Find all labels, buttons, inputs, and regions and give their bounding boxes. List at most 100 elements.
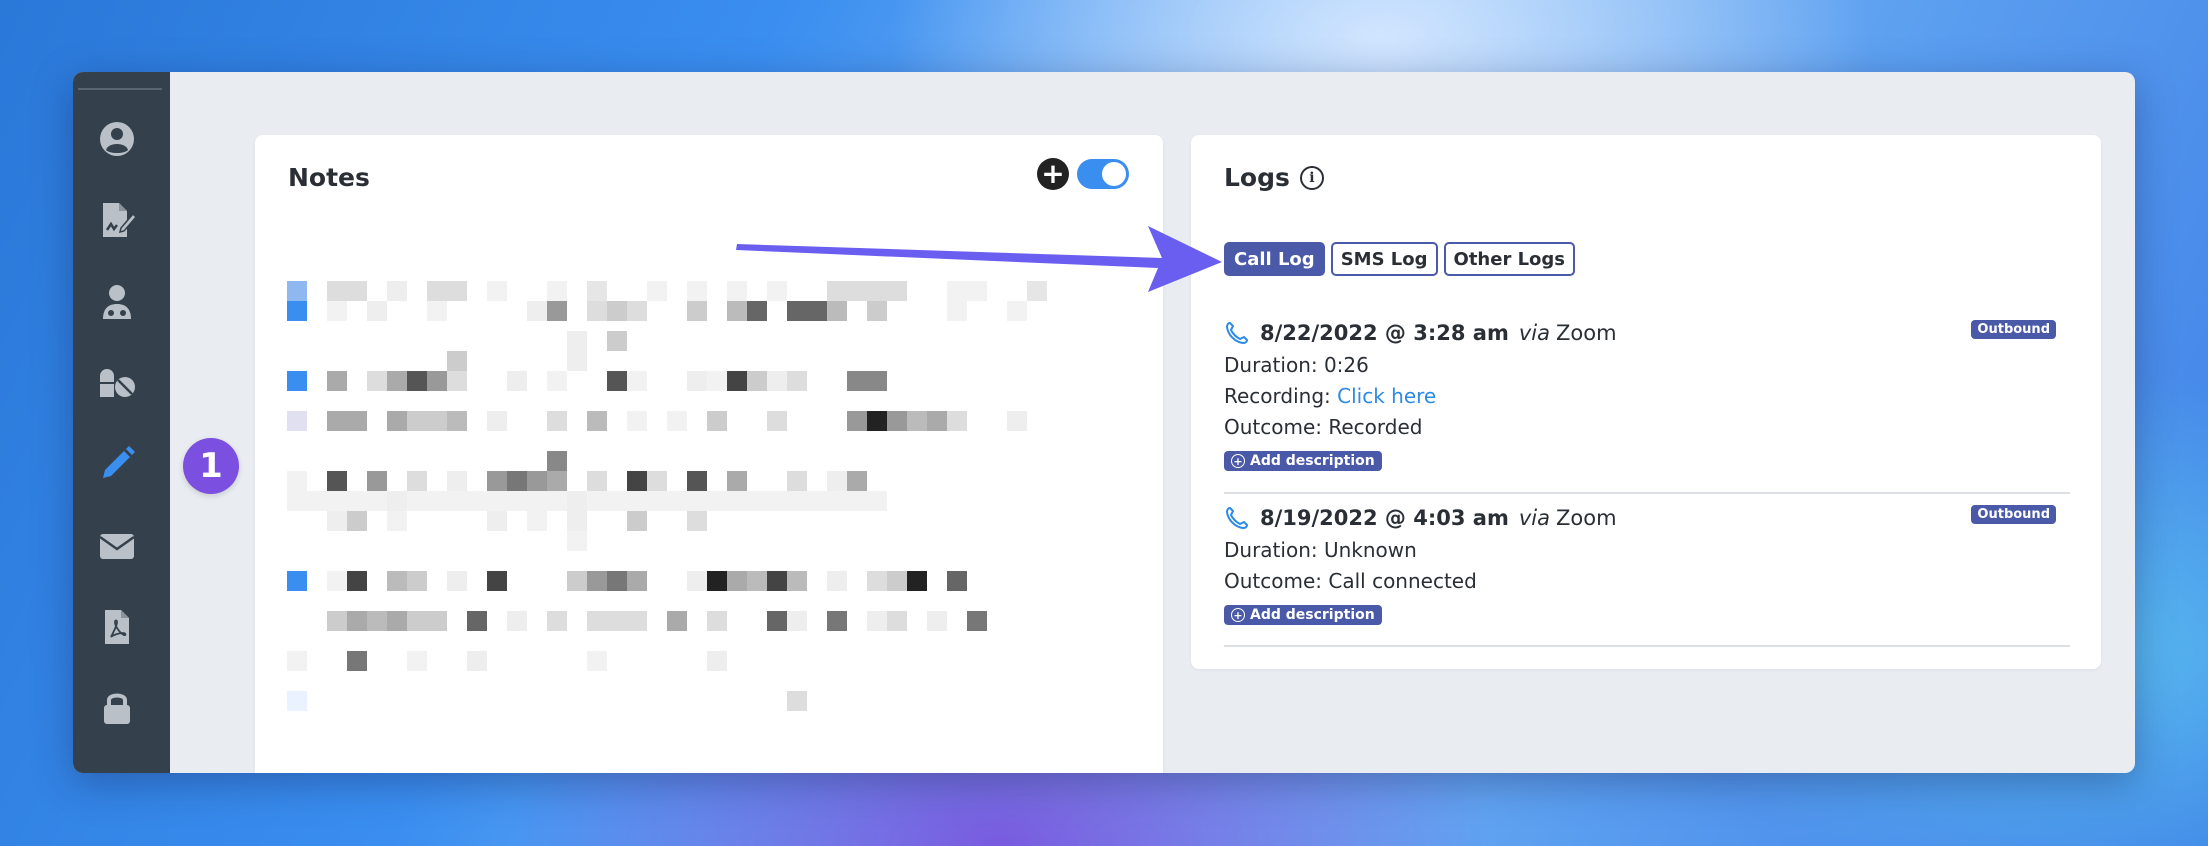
blur-pixel: [547, 451, 567, 471]
blur-pixel: [427, 411, 447, 431]
add-description-button[interactable]: + Add description: [1224, 451, 1382, 471]
blur-pixel: [627, 411, 647, 431]
blur-pixel: [407, 371, 427, 391]
blur-pixel: [287, 691, 307, 711]
blur-pixel: [447, 411, 467, 431]
blur-pixel: [527, 471, 547, 491]
log-via: Zoom: [1555, 321, 1617, 345]
user-doctor-icon: [103, 285, 131, 319]
blur-pixel: [747, 491, 767, 511]
blur-pixel: [527, 301, 547, 321]
blur-pixel: [767, 491, 787, 511]
blur-pixel: [627, 471, 647, 491]
blur-pixel: [827, 471, 847, 491]
blur-pixel: [787, 571, 807, 591]
blur-pixel: [907, 571, 927, 591]
log-duration: Duration: 0:26: [1224, 353, 1369, 377]
blur-pixel: [407, 651, 427, 671]
add-description-label: Add description: [1250, 607, 1375, 623]
add-note-button[interactable]: +: [1037, 158, 1069, 190]
info-icon[interactable]: i: [1299, 165, 1324, 190]
blur-pixel: [347, 571, 367, 591]
tab-sms-log[interactable]: SMS Log: [1330, 242, 1438, 276]
blur-pixel: [807, 301, 827, 321]
blur-pixel: [867, 491, 887, 511]
blur-pixel: [727, 471, 747, 491]
blur-pixel: [787, 471, 807, 491]
blur-pixel: [647, 471, 667, 491]
blur-pixel: [587, 301, 607, 321]
app-window: 1 Notes + Logs i Call Log SMS Log Other …: [73, 72, 2135, 773]
notes-toggle[interactable]: [1077, 159, 1129, 189]
step-badge: 1: [183, 438, 239, 494]
sidebar-item-notes[interactable]: [95, 442, 139, 486]
add-description-button[interactable]: + Add description: [1224, 605, 1382, 625]
blur-pixel: [827, 571, 847, 591]
sidebar-item-medications[interactable]: [95, 361, 139, 405]
blur-pixel: [867, 281, 887, 301]
sidebar-item-documents[interactable]: [95, 605, 139, 649]
tab-call-log[interactable]: Call Log: [1224, 242, 1325, 276]
blur-pixel: [527, 511, 547, 531]
blur-pixel: [367, 301, 387, 321]
blur-pixel: [767, 571, 787, 591]
blur-pixel: [547, 371, 567, 391]
sidebar-item-doctor[interactable]: [95, 280, 139, 324]
sidebar-item-signature[interactable]: [95, 198, 139, 242]
blur-pixel: [767, 611, 787, 631]
recording-link[interactable]: Click here: [1337, 384, 1436, 408]
blur-pixel: [387, 511, 407, 531]
blur-pixel: [427, 281, 447, 301]
blur-pixel: [667, 411, 687, 431]
blur-pixel: [787, 491, 807, 511]
blur-pixel: [507, 471, 527, 491]
log-outcome: Outcome: Recorded: [1224, 415, 1423, 439]
blur-pixel: [967, 611, 987, 631]
log-entry-header: 8/22/2022 @ 3:28 am via Zoom: [1224, 320, 2070, 346]
plus-circle-icon: +: [1231, 454, 1245, 468]
call-log-entry: 8/19/2022 @ 4:03 am via Zoom Outbound Du…: [1224, 505, 2070, 647]
blur-pixel: [407, 411, 427, 431]
blur-pixel: [287, 371, 307, 391]
blur-pixel: [827, 281, 847, 301]
sidebar-item-messages[interactable]: [95, 524, 139, 568]
blur-pixel: [1027, 281, 1047, 301]
blur-pixel: [827, 611, 847, 631]
blur-pixel: [687, 371, 707, 391]
blur-pixel: [487, 571, 507, 591]
blur-pixel: [607, 491, 627, 511]
blur-pixel: [547, 491, 567, 511]
sidebar-item-profile[interactable]: [95, 117, 139, 161]
logs-header: Logs i: [1224, 163, 1324, 192]
blur-pixel: [407, 491, 427, 511]
blur-pixel: [387, 611, 407, 631]
blur-pixel: [427, 491, 447, 511]
blur-pixel: [867, 571, 887, 591]
blur-pixel: [827, 491, 847, 511]
blur-pixel: [507, 611, 527, 631]
blur-pixel: [387, 411, 407, 431]
log-via: Zoom: [1555, 506, 1617, 530]
blur-pixel: [747, 301, 767, 321]
blur-pixel: [887, 571, 907, 591]
blur-pixel: [407, 611, 427, 631]
notes-controls: +: [1037, 158, 1129, 190]
blur-pixel: [287, 471, 307, 491]
sidebar-divider: [78, 88, 162, 90]
blur-pixel: [787, 611, 807, 631]
blur-pixel: [667, 611, 687, 631]
status-badge: Outbound: [1971, 320, 2056, 339]
blur-pixel: [847, 491, 867, 511]
blur-pixel: [487, 411, 507, 431]
user-circle-icon: [100, 122, 134, 156]
notes-card: Notes +: [255, 135, 1163, 773]
blur-pixel: [647, 491, 667, 511]
blur-pixel: [767, 411, 787, 431]
blur-pixel: [587, 471, 607, 491]
blur-pixel: [327, 491, 347, 511]
tab-other-logs[interactable]: Other Logs: [1443, 242, 1576, 276]
blur-pixel: [627, 611, 647, 631]
sidebar-item-security[interactable]: [95, 686, 139, 730]
add-description-label: Add description: [1250, 453, 1375, 469]
blur-pixel: [387, 491, 407, 511]
